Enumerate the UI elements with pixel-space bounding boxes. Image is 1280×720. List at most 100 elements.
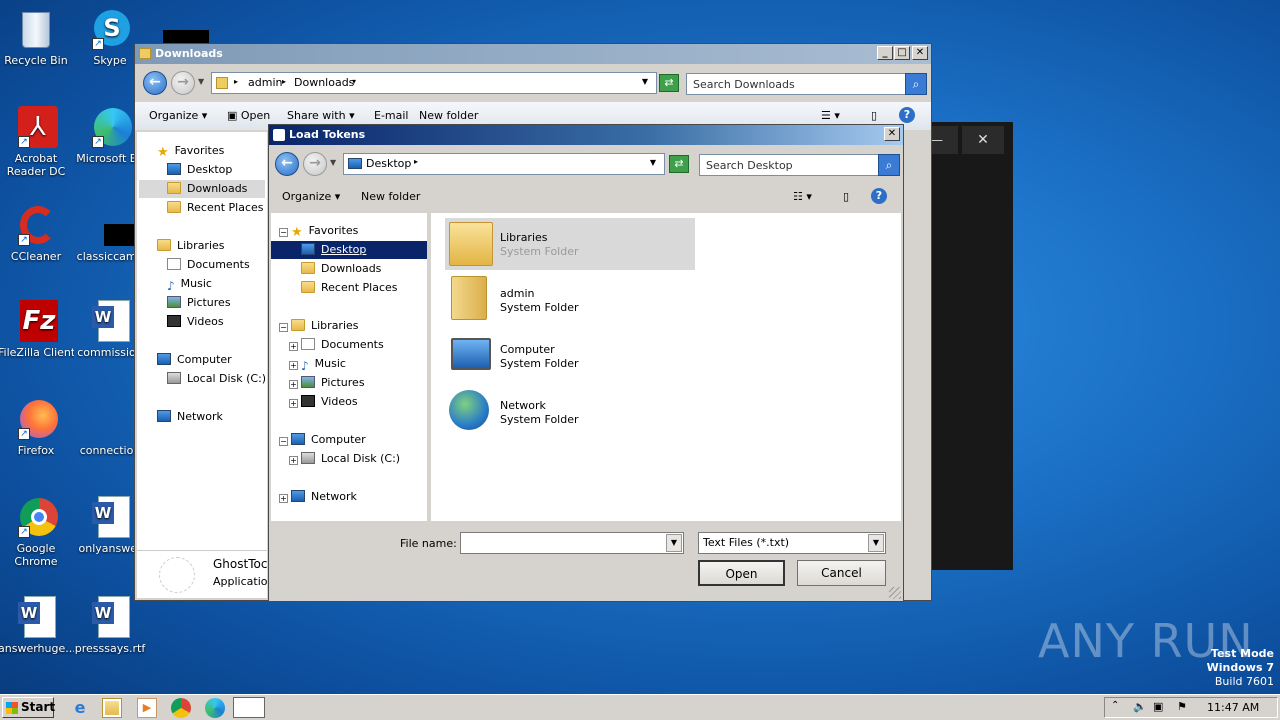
- nav-pictures[interactable]: Pictures: [167, 294, 231, 312]
- tree-libraries[interactable]: Libraries: [291, 317, 359, 335]
- chevron-down-icon[interactable]: ▼: [642, 77, 648, 86]
- nav-computer[interactable]: Computer: [157, 351, 232, 369]
- file-name-input[interactable]: ▼: [460, 532, 684, 554]
- preview-pane-icon[interactable]: ▯: [843, 190, 849, 203]
- search-icon[interactable]: ⌕: [878, 154, 900, 176]
- tree-music[interactable]: ♪ Music: [301, 355, 346, 373]
- chevron-down-icon[interactable]: ▼: [666, 534, 682, 552]
- desktop-icon-chrome[interactable]: ↗ Google Chrome: [0, 496, 74, 568]
- ie-icon[interactable]: e: [70, 698, 90, 718]
- tree-recent-places[interactable]: Recent Places: [301, 279, 398, 297]
- cancel-button[interactable]: Cancel: [797, 560, 886, 586]
- view-icon[interactable]: ☷ ▾: [793, 190, 812, 203]
- resize-grip[interactable]: [889, 587, 901, 599]
- start-button[interactable]: Start: [2, 697, 55, 718]
- nav-documents[interactable]: Documents: [167, 256, 250, 274]
- file-item-admin[interactable]: admin System Folder: [445, 274, 695, 326]
- tree-local-disk[interactable]: Local Disk (C:): [301, 450, 400, 468]
- back-button[interactable]: ←: [275, 152, 299, 176]
- organize-button[interactable]: Organize ▾: [282, 190, 340, 203]
- preview-pane-icon[interactable]: ▯: [871, 109, 877, 122]
- collapse-icon[interactable]: −: [279, 437, 288, 446]
- explorer-icon[interactable]: [102, 698, 122, 718]
- speaker-icon[interactable]: 🔈: [1133, 700, 1147, 713]
- collapse-icon[interactable]: −: [279, 323, 288, 332]
- clock[interactable]: 11:47 AM: [1207, 701, 1259, 714]
- nav-downloads[interactable]: Downloads: [139, 180, 265, 198]
- nav-music[interactable]: ♪ Music: [167, 275, 212, 293]
- email-button[interactable]: E-mail: [374, 109, 409, 122]
- open-button[interactable]: ▣ Open: [227, 109, 270, 122]
- breadcrumb-admin[interactable]: admin: [248, 76, 282, 89]
- tree-network[interactable]: Network: [291, 488, 357, 506]
- new-folder-button[interactable]: New folder: [361, 190, 420, 203]
- expand-icon[interactable]: +: [289, 456, 298, 465]
- desktop-icon-acrobat[interactable]: ⅄ ↗ Acrobat Reader DC: [0, 106, 74, 178]
- forward-button[interactable]: →: [303, 152, 327, 176]
- nav-local-disk[interactable]: Local Disk (C:): [167, 370, 266, 388]
- dialog-search-input[interactable]: Search Desktop: [699, 154, 879, 176]
- chevron-up-icon[interactable]: ⌃: [1111, 700, 1119, 711]
- nav-videos[interactable]: Videos: [167, 313, 224, 331]
- tree-pictures[interactable]: Pictures: [301, 374, 365, 392]
- close-button[interactable]: ✕: [884, 127, 900, 141]
- organize-button[interactable]: Organize ▾: [149, 109, 207, 122]
- network-tray-icon[interactable]: ▣: [1153, 700, 1163, 713]
- refresh-button[interactable]: ⇄: [659, 74, 679, 92]
- nav-network[interactable]: Network: [157, 408, 223, 426]
- desktop-icon-answerhuge[interactable]: W answerhuge...: [0, 596, 74, 655]
- close-button[interactable]: ✕: [962, 126, 1004, 154]
- chevron-down-icon[interactable]: ▼: [868, 534, 884, 552]
- load-tokens-dialog[interactable]: Load Tokens ✕ ← → ▼ Desktop ▸ ▼ ⇄ Search…: [268, 124, 904, 602]
- search-icon[interactable]: ⌕: [905, 73, 927, 95]
- help-icon[interactable]: ?: [871, 188, 887, 204]
- minimize-button[interactable]: _: [877, 46, 893, 60]
- new-folder-button[interactable]: New folder: [419, 109, 478, 122]
- tree-desktop[interactable]: Desktop: [271, 241, 427, 259]
- expand-icon[interactable]: +: [279, 494, 288, 503]
- nav-favorites[interactable]: ★ Favorites: [157, 142, 224, 160]
- expand-icon[interactable]: +: [289, 399, 298, 408]
- flag-icon[interactable]: ⚑: [1177, 700, 1187, 713]
- tree-documents[interactable]: Documents: [301, 336, 384, 354]
- view-icon[interactable]: ☰ ▾: [821, 109, 840, 122]
- desktop-icon-ccleaner[interactable]: ↗ CCleaner: [0, 204, 74, 263]
- tree-favorites[interactable]: ★ Favorites: [291, 222, 358, 240]
- dialog-titlebar[interactable]: Load Tokens ✕: [269, 125, 903, 145]
- taskbar-blank-button[interactable]: [233, 697, 265, 718]
- chevron-down-icon[interactable]: ▼: [330, 158, 336, 167]
- desktop-icon-recycle-bin[interactable]: Recycle Bin: [0, 8, 74, 67]
- chevron-down-icon[interactable]: ▼: [198, 77, 204, 86]
- share-with-button[interactable]: Share with ▾: [287, 109, 355, 122]
- file-item-network[interactable]: Network System Folder: [445, 386, 695, 438]
- help-icon[interactable]: ?: [899, 107, 915, 123]
- expand-icon[interactable]: +: [289, 380, 298, 389]
- breadcrumb-downloads[interactable]: Downloads: [294, 76, 354, 89]
- refresh-button[interactable]: ⇄: [669, 155, 689, 173]
- file-type-select[interactable]: Text Files (*.txt) ▼: [698, 532, 886, 554]
- maximize-button[interactable]: □: [894, 46, 910, 60]
- edge-icon[interactable]: [205, 698, 225, 718]
- search-input[interactable]: Search Downloads: [686, 73, 906, 95]
- location-desktop[interactable]: Desktop: [366, 157, 411, 170]
- chrome-icon[interactable]: [171, 698, 191, 718]
- forward-button[interactable]: →: [171, 71, 195, 95]
- collapse-icon[interactable]: −: [279, 228, 288, 237]
- desktop-icon-filezilla[interactable]: Fz FileZilla Client: [0, 300, 74, 359]
- expand-icon[interactable]: +: [289, 361, 298, 370]
- nav-desktop[interactable]: Desktop: [167, 161, 232, 179]
- file-item-computer[interactable]: Computer System Folder: [445, 330, 695, 382]
- nav-libraries[interactable]: Libraries: [157, 237, 225, 255]
- back-button[interactable]: ←: [143, 71, 167, 95]
- tree-videos[interactable]: Videos: [301, 393, 358, 411]
- open-button[interactable]: Open: [698, 560, 785, 586]
- chevron-down-icon[interactable]: ▼: [650, 158, 656, 167]
- expand-icon[interactable]: +: [289, 342, 298, 351]
- nav-recent-places[interactable]: Recent Places: [167, 199, 264, 217]
- desktop-icon-presssays[interactable]: W presssays.rtf: [72, 596, 148, 655]
- tree-computer[interactable]: Computer: [291, 431, 366, 449]
- desktop-icon-firefox[interactable]: ↗ Firefox: [0, 398, 74, 457]
- media-player-icon[interactable]: ▶: [137, 698, 157, 718]
- close-button[interactable]: ✕: [912, 46, 928, 60]
- tree-downloads[interactable]: Downloads: [301, 260, 381, 278]
